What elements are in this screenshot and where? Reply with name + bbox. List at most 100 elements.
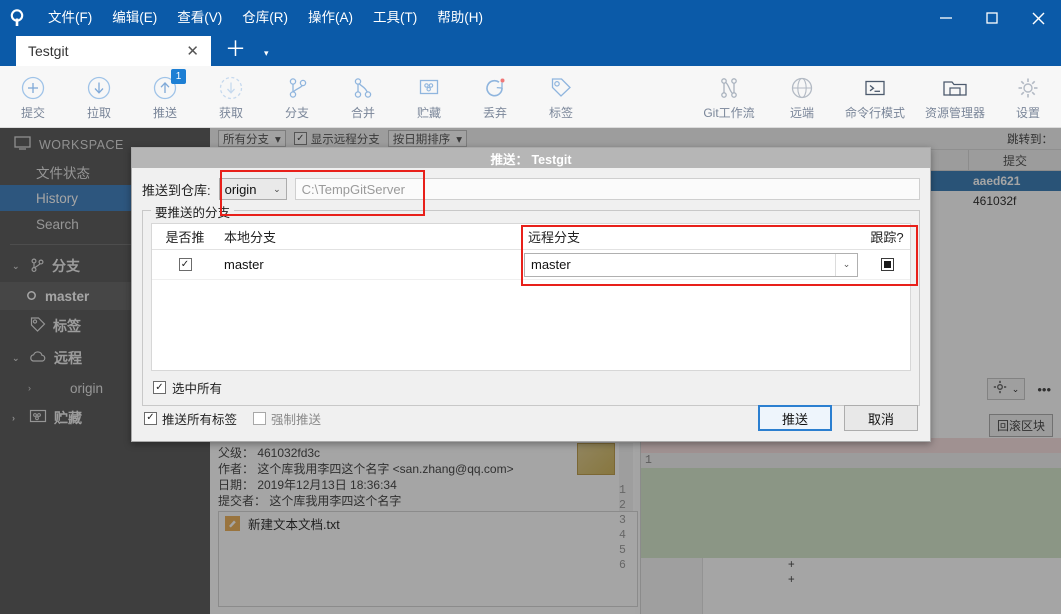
branches-table-header: 是否推 本地分支 远程分支 跟踪? — [152, 224, 910, 250]
toolbar-stash-label: 贮藏 — [416, 105, 441, 120]
push-count-badge: 1 — [171, 68, 186, 84]
toolbar-remote-button[interactable]: 远端 — [769, 67, 835, 127]
menu-edit[interactable]: 编辑(E) — [102, 6, 167, 30]
push-dialog: 推送： Testgit 推送到仓库: origin ⌄ C:\TempGitSe… — [131, 147, 931, 442]
close-icon[interactable] — [1015, 0, 1061, 36]
gear-icon — [1015, 73, 1041, 103]
remote-branch-value: master — [531, 257, 571, 272]
toolbar-branch-label: 分支 — [284, 105, 309, 120]
row-track-checkbox[interactable] — [864, 258, 910, 271]
menu-bar: 文件(F) 编辑(E) 查看(V) 仓库(R) 操作(A) 工具(T) 帮助(H… — [38, 0, 493, 36]
checkbox-box: ✓ — [153, 381, 166, 394]
dialog-body: 推送到仓库: origin ⌄ C:\TempGitServer 要推送的分支 … — [132, 168, 930, 406]
toolbar-settings-label: 设置 — [1015, 105, 1040, 120]
toolbar-merge-button[interactable]: 合并 — [330, 67, 396, 127]
toolbar-tag-label: 标签 — [548, 105, 573, 120]
new-tab-icon[interactable]: ＋ — [225, 33, 246, 63]
tab-strip: Testgit ✕ ＋ ▾ — [0, 36, 1061, 66]
toolbar-terminal-button[interactable]: 命令行模式 — [835, 67, 915, 127]
fetch-dashed-circle-icon — [218, 73, 244, 103]
toolbar-remote-label: 远端 — [789, 105, 814, 120]
maximize-icon[interactable] — [969, 0, 1015, 36]
toolbar-right-group: Git工作流 远端 命令行模式 资源管理器 设置 — [689, 67, 1061, 127]
remote-branch-select[interactable]: master ⌄ — [524, 252, 858, 277]
dialog-footer: ✓ 推送所有标签 强制推送 推送 取消 — [132, 395, 930, 441]
tab-list-chevron-down-icon[interactable]: ▾ — [264, 48, 269, 59]
menu-repository[interactable]: 仓库(R) — [232, 6, 298, 30]
sourcetree-logo-icon — [0, 0, 34, 36]
push-button[interactable]: 推送 — [758, 405, 832, 431]
toolbar-gitflow-label: Git工作流 — [703, 105, 755, 120]
col-header-local-branch: 本地分支 — [224, 230, 277, 245]
toolbar-commit-label: 提交 — [20, 105, 45, 120]
toolbar-pull-button[interactable]: 拉取 — [66, 67, 132, 127]
toolbar-gitflow-button[interactable]: Git工作流 — [689, 67, 769, 127]
branches-to-push-legend: 要推送的分支 — [151, 202, 235, 221]
row-remote-branch-select-wrapper: master ⌄ — [520, 252, 864, 277]
tab-testgit[interactable]: Testgit ✕ — [16, 36, 211, 66]
push-repository-label: 推送到仓库: — [142, 182, 211, 198]
application-window: 文件(F) 编辑(E) 查看(V) 仓库(R) 操作(A) 工具(T) 帮助(H… — [0, 0, 1061, 614]
folder-explorer-icon — [941, 73, 969, 103]
menu-help[interactable]: 帮助(H) — [427, 6, 493, 30]
merge-icon — [350, 73, 376, 103]
toolbar-explorer-label: 资源管理器 — [924, 105, 985, 120]
checkbox-box — [880, 258, 894, 271]
remote-repository-value: origin — [224, 181, 257, 197]
toolbar-tag-button[interactable]: 标签 — [528, 67, 594, 127]
repository-path-value: C:\TempGitServer — [301, 181, 405, 197]
toolbar-commit-button[interactable]: 提交 — [0, 67, 66, 127]
menu-actions[interactable]: 操作(A) — [298, 6, 363, 30]
discard-reload-icon — [482, 73, 508, 103]
toolbar-stash-button[interactable]: 贮藏 — [396, 67, 462, 127]
branches-table: 是否推 本地分支 远程分支 跟踪? ✓ master master ⌄ — [151, 223, 911, 371]
branch-icon — [284, 73, 310, 103]
cancel-button[interactable]: 取消 — [844, 405, 918, 431]
col-header-push: 是否推 — [165, 230, 205, 245]
dialog-buttons: 推送 取消 — [758, 405, 918, 431]
push-all-tags-label: 推送所有标签 — [162, 412, 238, 427]
toolbar-push-label: 推送 — [152, 105, 177, 120]
title-bar: 文件(F) 编辑(E) 查看(V) 仓库(R) 操作(A) 工具(T) 帮助(H… — [0, 0, 1061, 36]
toolbar-fetch-button[interactable]: 获取 — [198, 67, 264, 127]
minimize-icon[interactable] — [923, 0, 969, 36]
toolbar-left-group: 提交 拉取 1 推送 获取 分支 合并 贮藏 丢弃 标签 — [0, 67, 594, 127]
chevron-down-icon: ⌄ — [835, 253, 857, 276]
menu-file[interactable]: 文件(F) — [38, 6, 102, 30]
table-row: ✓ master master ⌄ — [152, 250, 910, 280]
gitflow-icon — [716, 73, 742, 103]
toolbar-branch-button[interactable]: 分支 — [264, 67, 330, 127]
toolbar-terminal-label: 命令行模式 — [844, 105, 905, 120]
globe-icon — [789, 73, 815, 103]
checkbox-box — [253, 411, 267, 425]
stash-box-icon — [416, 73, 442, 103]
toolbar-discard-button[interactable]: 丢弃 — [462, 67, 528, 127]
checkbox-box: ✓ — [178, 258, 192, 271]
menu-view[interactable]: 查看(V) — [167, 6, 232, 30]
tag-icon — [548, 73, 574, 103]
main-toolbar: 提交 拉取 1 推送 获取 分支 合并 贮藏 丢弃 标签 Git工作流 远端 命… — [0, 66, 1061, 128]
menu-tools[interactable]: 工具(T) — [363, 6, 427, 30]
chevron-down-icon: ⌄ — [273, 183, 281, 194]
terminal-icon — [862, 73, 888, 103]
tab-label: Testgit — [28, 43, 69, 59]
col-header-track: 跟踪? — [870, 230, 904, 245]
force-push-label: 强制推送 — [271, 412, 322, 427]
tab-close-icon[interactable]: ✕ — [182, 44, 203, 59]
toolbar-push-button[interactable]: 1 推送 — [132, 67, 198, 127]
toolbar-merge-label: 合并 — [350, 105, 375, 120]
toolbar-fetch-label: 获取 — [218, 105, 243, 120]
toolbar-pull-label: 拉取 — [86, 105, 111, 120]
arrow-down-circle-icon — [86, 73, 112, 103]
toolbar-settings-button[interactable]: 设置 — [995, 67, 1061, 127]
plus-circle-icon — [20, 73, 46, 103]
remote-repository-select[interactable]: origin ⌄ — [218, 178, 287, 200]
row-push-checkbox[interactable]: ✓ — [152, 258, 218, 271]
force-push-checkbox[interactable]: 强制推送 — [253, 409, 321, 428]
push-all-tags-checkbox[interactable]: ✓ 推送所有标签 — [144, 409, 237, 428]
toolbar-explorer-button[interactable]: 资源管理器 — [915, 67, 995, 127]
branches-to-push-group: 要推送的分支 是否推 本地分支 远程分支 跟踪? ✓ master master… — [142, 202, 920, 406]
col-header-remote-branch: 远程分支 — [528, 230, 581, 245]
repository-path-field[interactable]: C:\TempGitServer — [294, 178, 920, 200]
window-controls — [923, 0, 1061, 36]
